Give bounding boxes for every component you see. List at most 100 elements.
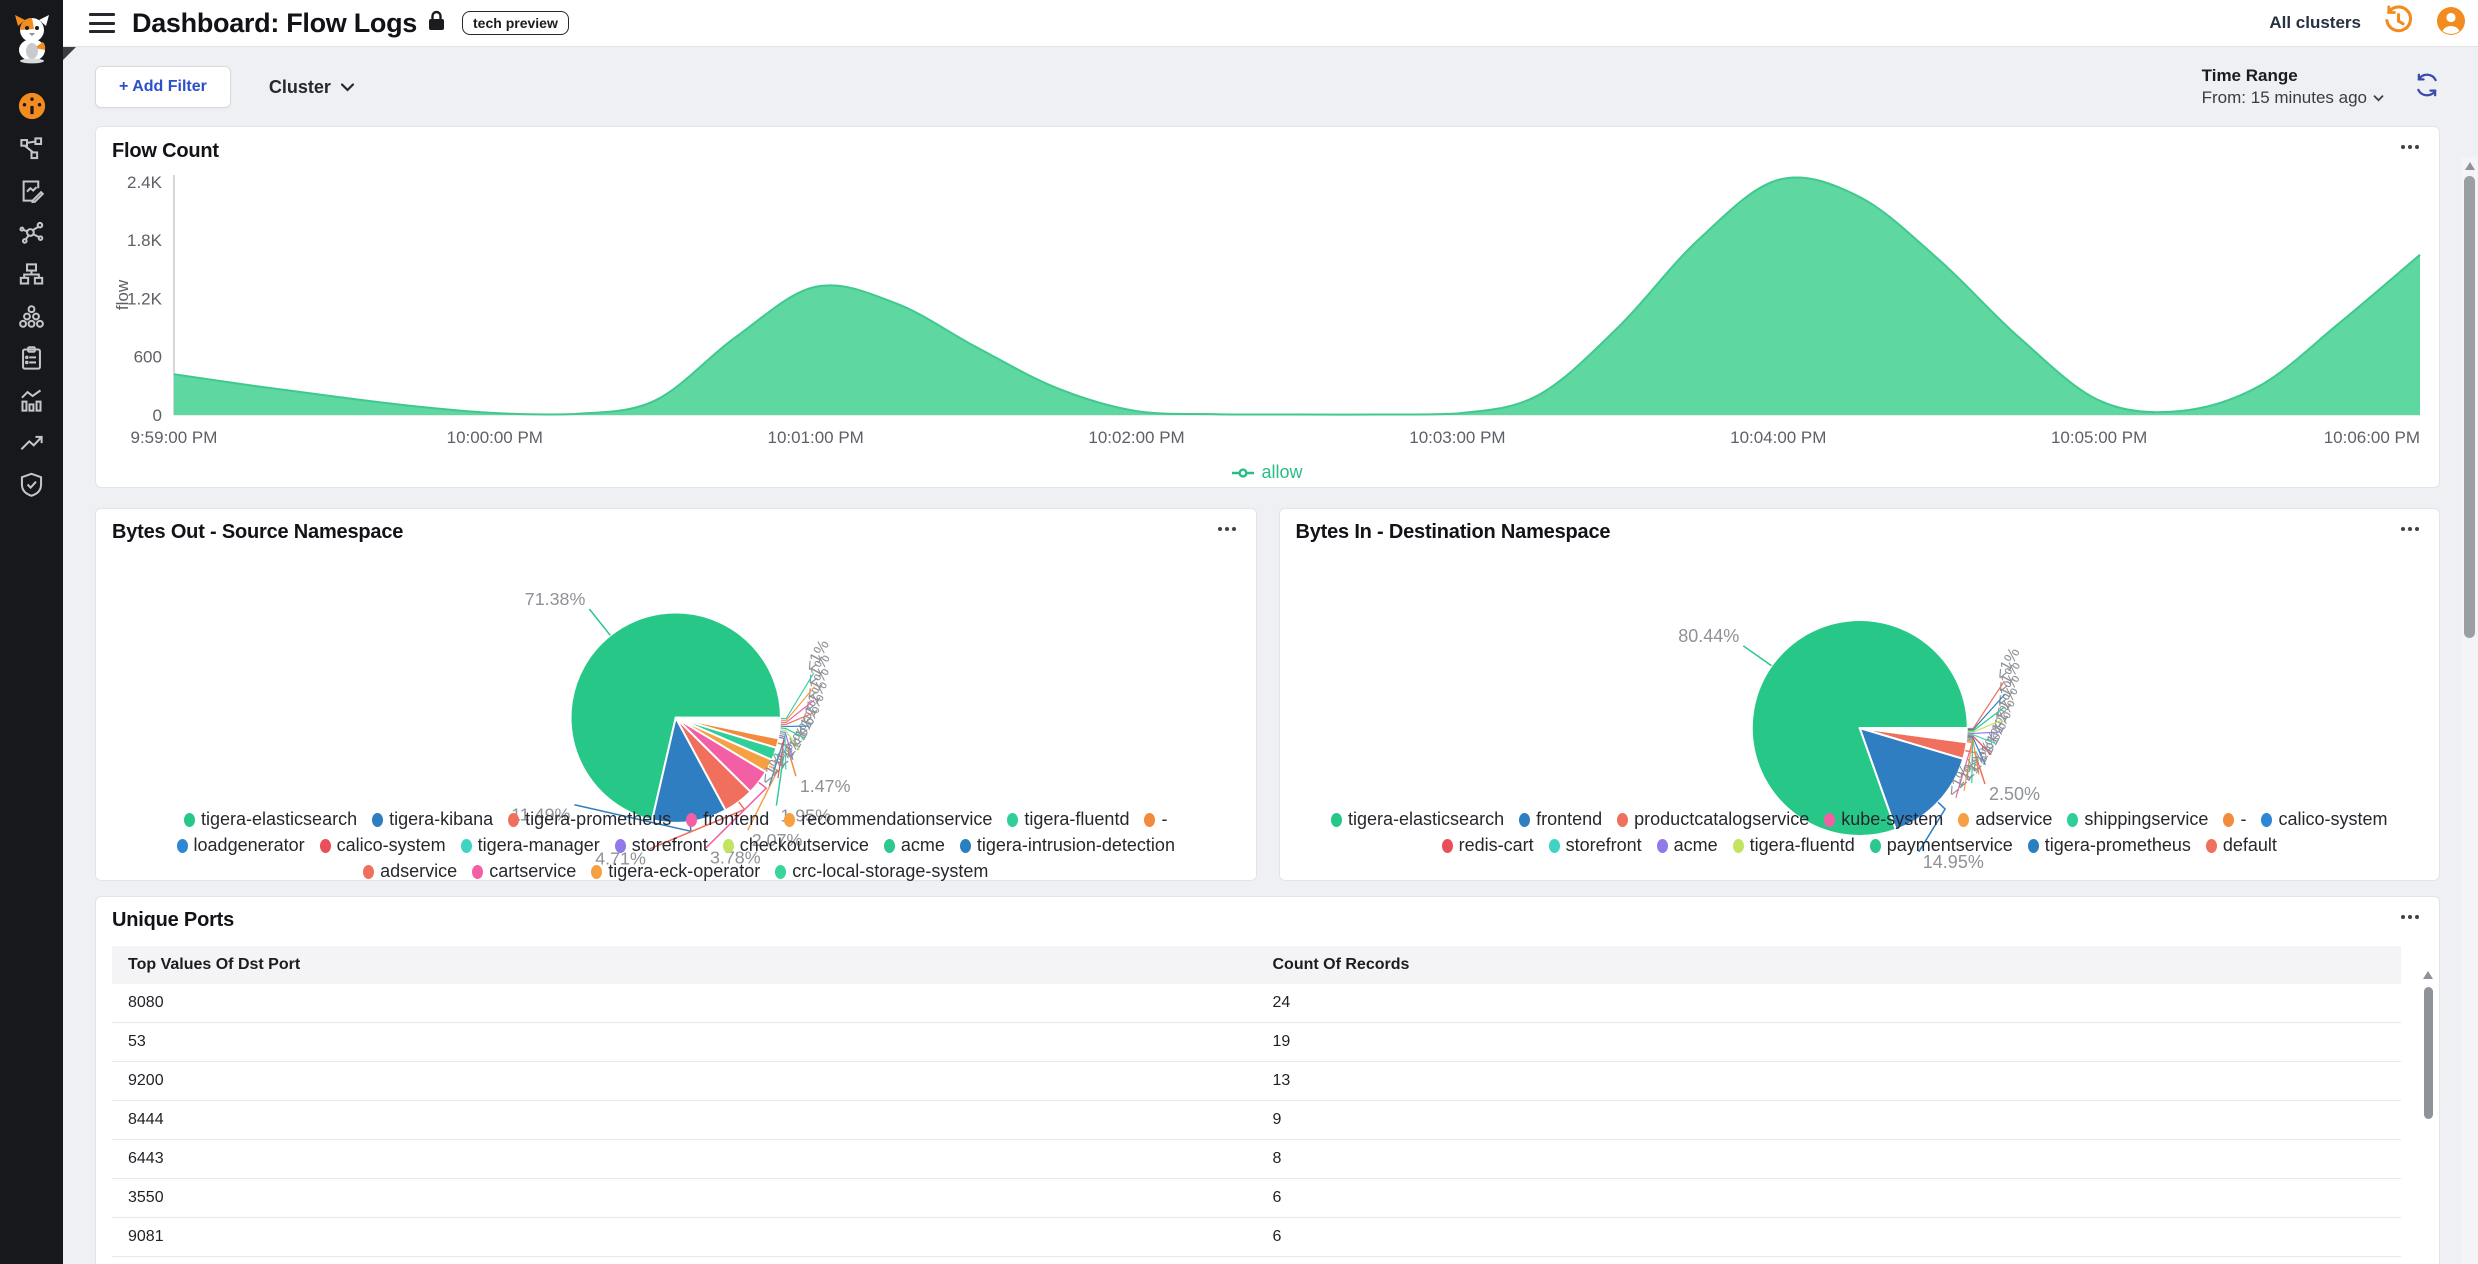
legend-color-marker: [775, 865, 786, 879]
legend-color-marker: [1617, 813, 1628, 827]
sidebar-item-service-graph[interactable]: [0, 211, 63, 253]
svg-text:10:03:00 PM: 10:03:00 PM: [1409, 428, 1505, 447]
legend-item[interactable]: checkoutservice: [723, 835, 869, 856]
table-scrollbar[interactable]: [2422, 971, 2434, 1264]
top-bar: Dashboard: Flow Logs tech preview All cl…: [63, 0, 2478, 47]
sidebar-item-trends[interactable]: [0, 421, 63, 463]
panel-menu-button[interactable]: [2399, 139, 2421, 155]
table-cell: 9: [1257, 1101, 2402, 1140]
legend-item[interactable]: kube-system: [1824, 809, 1943, 830]
legend-item[interactable]: shippingservice: [2067, 809, 2208, 830]
legend-item[interactable]: frontend: [686, 809, 769, 830]
panel-menu-button[interactable]: [2399, 909, 2421, 925]
pie-slice[interactable]: [1859, 728, 1967, 729]
sidebar-item-reports[interactable]: [0, 337, 63, 379]
add-filter-button[interactable]: + Add Filter: [95, 66, 231, 108]
cluster-filter-dropdown[interactable]: Cluster: [269, 77, 355, 98]
page-scrollbar[interactable]: [2461, 157, 2478, 1264]
legend-item[interactable]: adservice: [363, 861, 457, 882]
scroll-up-arrow-icon[interactable]: [2465, 162, 2475, 170]
legend-color-marker: [184, 813, 195, 827]
legend-color-marker: [615, 839, 626, 853]
calico-cat-logo-icon[interactable]: [10, 12, 54, 69]
sidebar-item-security[interactable]: [0, 463, 63, 505]
legend-item[interactable]: tigera-eck-operator: [591, 861, 760, 882]
sidebar-item-clusters[interactable]: [0, 295, 63, 337]
panel-menu-button[interactable]: [2399, 521, 2421, 537]
legend-item[interactable]: tigera-prometheus: [508, 809, 671, 830]
bytes-out-title: Bytes Out - Source Namespace: [112, 521, 1240, 544]
table-cell: 3550: [112, 1179, 1257, 1218]
refresh-icon[interactable]: [2414, 72, 2440, 103]
legend-item[interactable]: -: [2223, 809, 2246, 830]
cluster-selector[interactable]: All clusters: [2269, 13, 2361, 33]
panel-menu-button[interactable]: [1216, 521, 1238, 537]
corner-notch: [63, 47, 76, 60]
legend-item[interactable]: cartservice: [472, 861, 576, 882]
legend-color-marker: [723, 839, 734, 853]
legend-item[interactable]: tigera-manager: [461, 835, 600, 856]
sidebar-item-dashboard[interactable]: [0, 85, 63, 127]
table-scrollbar-thumb[interactable]: [2424, 987, 2433, 1119]
lock-icon: [427, 10, 446, 36]
legend-item[interactable]: calico-system: [320, 835, 446, 856]
legend-label: productcatalogservice: [1634, 809, 1809, 830]
legend-label: recommendationservice: [801, 809, 992, 830]
sidebar-item-flow-logs[interactable]: [0, 169, 63, 211]
legend-item[interactable]: redis-cart: [1442, 835, 1534, 856]
page-scrollbar-thumb[interactable]: [2464, 176, 2475, 638]
sidebar-item-statistics[interactable]: [0, 379, 63, 421]
menu-icon[interactable]: [89, 13, 115, 33]
legend-item[interactable]: calico-system: [2261, 809, 2387, 830]
legend-label: default: [2223, 835, 2277, 856]
legend-item[interactable]: productcatalogservice: [1617, 809, 1809, 830]
legend-label: -: [2240, 809, 2246, 830]
table-row: 500516: [112, 1257, 2401, 1264]
legend-item[interactable]: acme: [1657, 835, 1718, 856]
legend-item[interactable]: -: [1144, 809, 1167, 830]
table-cell: 19: [1257, 1023, 2402, 1062]
chevron-down-icon: [2373, 94, 2384, 102]
legend-color-marker: [508, 813, 519, 827]
legend-item[interactable]: paymentservice: [1870, 835, 2013, 856]
svg-text:10:05:00 PM: 10:05:00 PM: [2051, 428, 2147, 447]
legend-label: tigera-prometheus: [525, 809, 671, 830]
table-row: 920013: [112, 1062, 2401, 1101]
legend-item[interactable]: tigera-prometheus: [2028, 835, 2191, 856]
scroll-up-arrow-icon[interactable]: [2423, 971, 2433, 979]
legend-label: calico-system: [2278, 809, 2387, 830]
cluster-filter-label: Cluster: [269, 77, 331, 98]
bytes-out-panel: Bytes Out - Source Namespace 71.38%11.49…: [95, 508, 1257, 881]
table-cell: 6: [1257, 1179, 2402, 1218]
sidebar-nav: [0, 0, 63, 1264]
legend-item[interactable]: loadgenerator: [177, 835, 305, 856]
legend-item[interactable]: tigera-intrusion-detection: [960, 835, 1175, 856]
legend-item[interactable]: tigera-elasticsearch: [1331, 809, 1504, 830]
legend-item[interactable]: crc-local-storage-system: [775, 861, 988, 882]
table-cell: 50051: [112, 1257, 1257, 1264]
legend-item[interactable]: storefront: [615, 835, 708, 856]
legend-item[interactable]: tigera-fluentd: [1733, 835, 1855, 856]
legend-item[interactable]: acme: [884, 835, 945, 856]
time-range-label: Time Range: [2202, 66, 2384, 86]
table-cell: 6: [1257, 1218, 2402, 1257]
legend-item[interactable]: adservice: [1958, 809, 2052, 830]
legend-item[interactable]: tigera-kibana: [372, 809, 493, 830]
legend-item[interactable]: default: [2206, 835, 2277, 856]
flow-legend-allow[interactable]: allow: [112, 462, 2423, 483]
sidebar-item-topology[interactable]: [0, 127, 63, 169]
legend-item[interactable]: frontend: [1519, 809, 1602, 830]
bytes-in-title: Bytes In - Destination Namespace: [1296, 521, 2424, 544]
table-cell: 8: [1257, 1140, 2402, 1179]
legend-label: adservice: [1975, 809, 2052, 830]
legend-item[interactable]: recommendationservice: [784, 809, 992, 830]
legend-item[interactable]: storefront: [1549, 835, 1642, 856]
legend-item[interactable]: tigera-elasticsearch: [184, 809, 357, 830]
time-range-value[interactable]: From: 15 minutes ago: [2202, 88, 2384, 108]
legend-item[interactable]: tigera-fluentd: [1007, 809, 1129, 830]
user-avatar-icon[interactable]: [2436, 6, 2466, 41]
legend-color-marker: [1442, 839, 1453, 853]
history-icon[interactable]: [2383, 5, 2414, 41]
main-area: Dashboard: Flow Logs tech preview All cl…: [63, 0, 2478, 1264]
sidebar-item-network-tree[interactable]: [0, 253, 63, 295]
